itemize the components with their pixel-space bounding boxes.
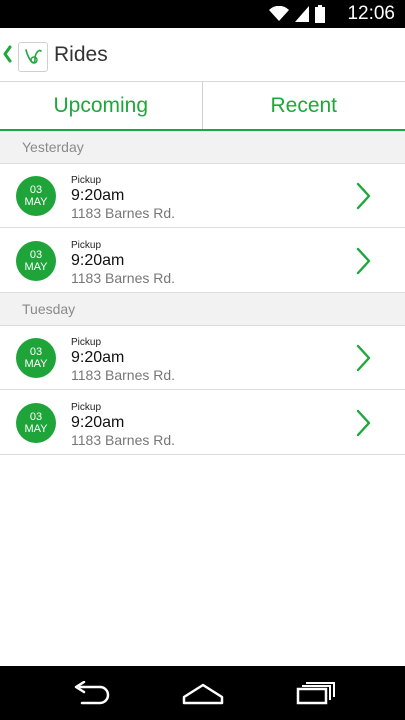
- back-button[interactable]: [0, 28, 52, 82]
- date-badge: 03 MAY: [16, 403, 56, 443]
- ride-list-item[interactable]: 03 MAY Pickup 9:20am 1183 Barnes Rd.: [0, 229, 405, 293]
- ride-address: 1183 Barnes Rd.: [71, 367, 176, 383]
- system-nav-bar: [0, 666, 405, 720]
- date-month: MAY: [24, 196, 48, 208]
- ride-address: 1183 Barnes Rd.: [71, 432, 176, 448]
- date-badge: 03 MAY: [16, 241, 56, 281]
- status-icons: [269, 4, 325, 24]
- date-month: MAY: [24, 358, 48, 370]
- ride-list-item[interactable]: 03 MAY Pickup 9:20am 1183 Barnes Rd.: [0, 326, 405, 390]
- action-bar: Rides: [0, 28, 405, 82]
- battery-icon: [315, 5, 325, 23]
- recent-apps-nav-icon[interactable]: [296, 681, 336, 705]
- ride-details: Pickup 9:20am 1183 Barnes Rd.: [71, 175, 175, 221]
- ride-list-item[interactable]: 03 MAY Pickup 9:20am 1183 Barnes Rd.: [0, 164, 405, 228]
- date-day: 03: [29, 249, 43, 261]
- section-header-tuesday: Tuesday: [0, 293, 405, 326]
- ride-address: 1183 Barnes Rd.: [71, 205, 176, 221]
- ride-label: Pickup: [71, 175, 102, 186]
- page-title: Rides: [54, 43, 108, 66]
- date-day: 03: [29, 411, 43, 423]
- chevron-right-icon: [356, 182, 371, 210]
- cell-signal-icon: [295, 6, 309, 22]
- ride-time: 9:20am: [71, 252, 125, 269]
- date-month: MAY: [24, 261, 48, 273]
- date-month: MAY: [24, 423, 48, 435]
- ride-details: Pickup 9:20am 1183 Barnes Rd.: [71, 402, 175, 448]
- date-day: 03: [29, 346, 43, 358]
- chevron-right-icon: [356, 344, 371, 372]
- chevron-right-icon: [356, 247, 371, 275]
- app-logo-icon: [18, 42, 48, 72]
- chevron-right-icon: [356, 409, 371, 437]
- chevron-left-icon: [3, 45, 12, 63]
- home-nav-icon[interactable]: [181, 681, 225, 705]
- ride-label: Pickup: [71, 337, 102, 348]
- ride-time: 9:20am: [71, 349, 125, 366]
- wifi-icon: [269, 6, 289, 21]
- ride-time: 9:20am: [71, 187, 125, 204]
- ride-details: Pickup 9:20am 1183 Barnes Rd.: [71, 337, 175, 383]
- date-badge: 03 MAY: [16, 338, 56, 378]
- status-time: 12:06: [347, 3, 395, 24]
- section-header-yesterday: Yesterday: [0, 131, 405, 164]
- tab-upcoming[interactable]: Upcoming: [0, 82, 203, 129]
- tab-bar: Upcoming Recent: [0, 82, 405, 131]
- ride-list-item[interactable]: 03 MAY Pickup 9:20am 1183 Barnes Rd.: [0, 391, 405, 455]
- tab-recent[interactable]: Recent: [203, 82, 405, 129]
- status-bar: 12:06: [0, 0, 405, 28]
- ride-label: Pickup: [71, 402, 102, 413]
- date-badge: 03 MAY: [16, 176, 56, 216]
- ride-details: Pickup 9:20am 1183 Barnes Rd.: [71, 240, 175, 286]
- back-nav-icon[interactable]: [70, 681, 110, 705]
- date-day: 03: [29, 184, 43, 196]
- ride-address: 1183 Barnes Rd.: [71, 270, 176, 286]
- ride-label: Pickup: [71, 240, 102, 251]
- ride-time: 9:20am: [71, 414, 125, 431]
